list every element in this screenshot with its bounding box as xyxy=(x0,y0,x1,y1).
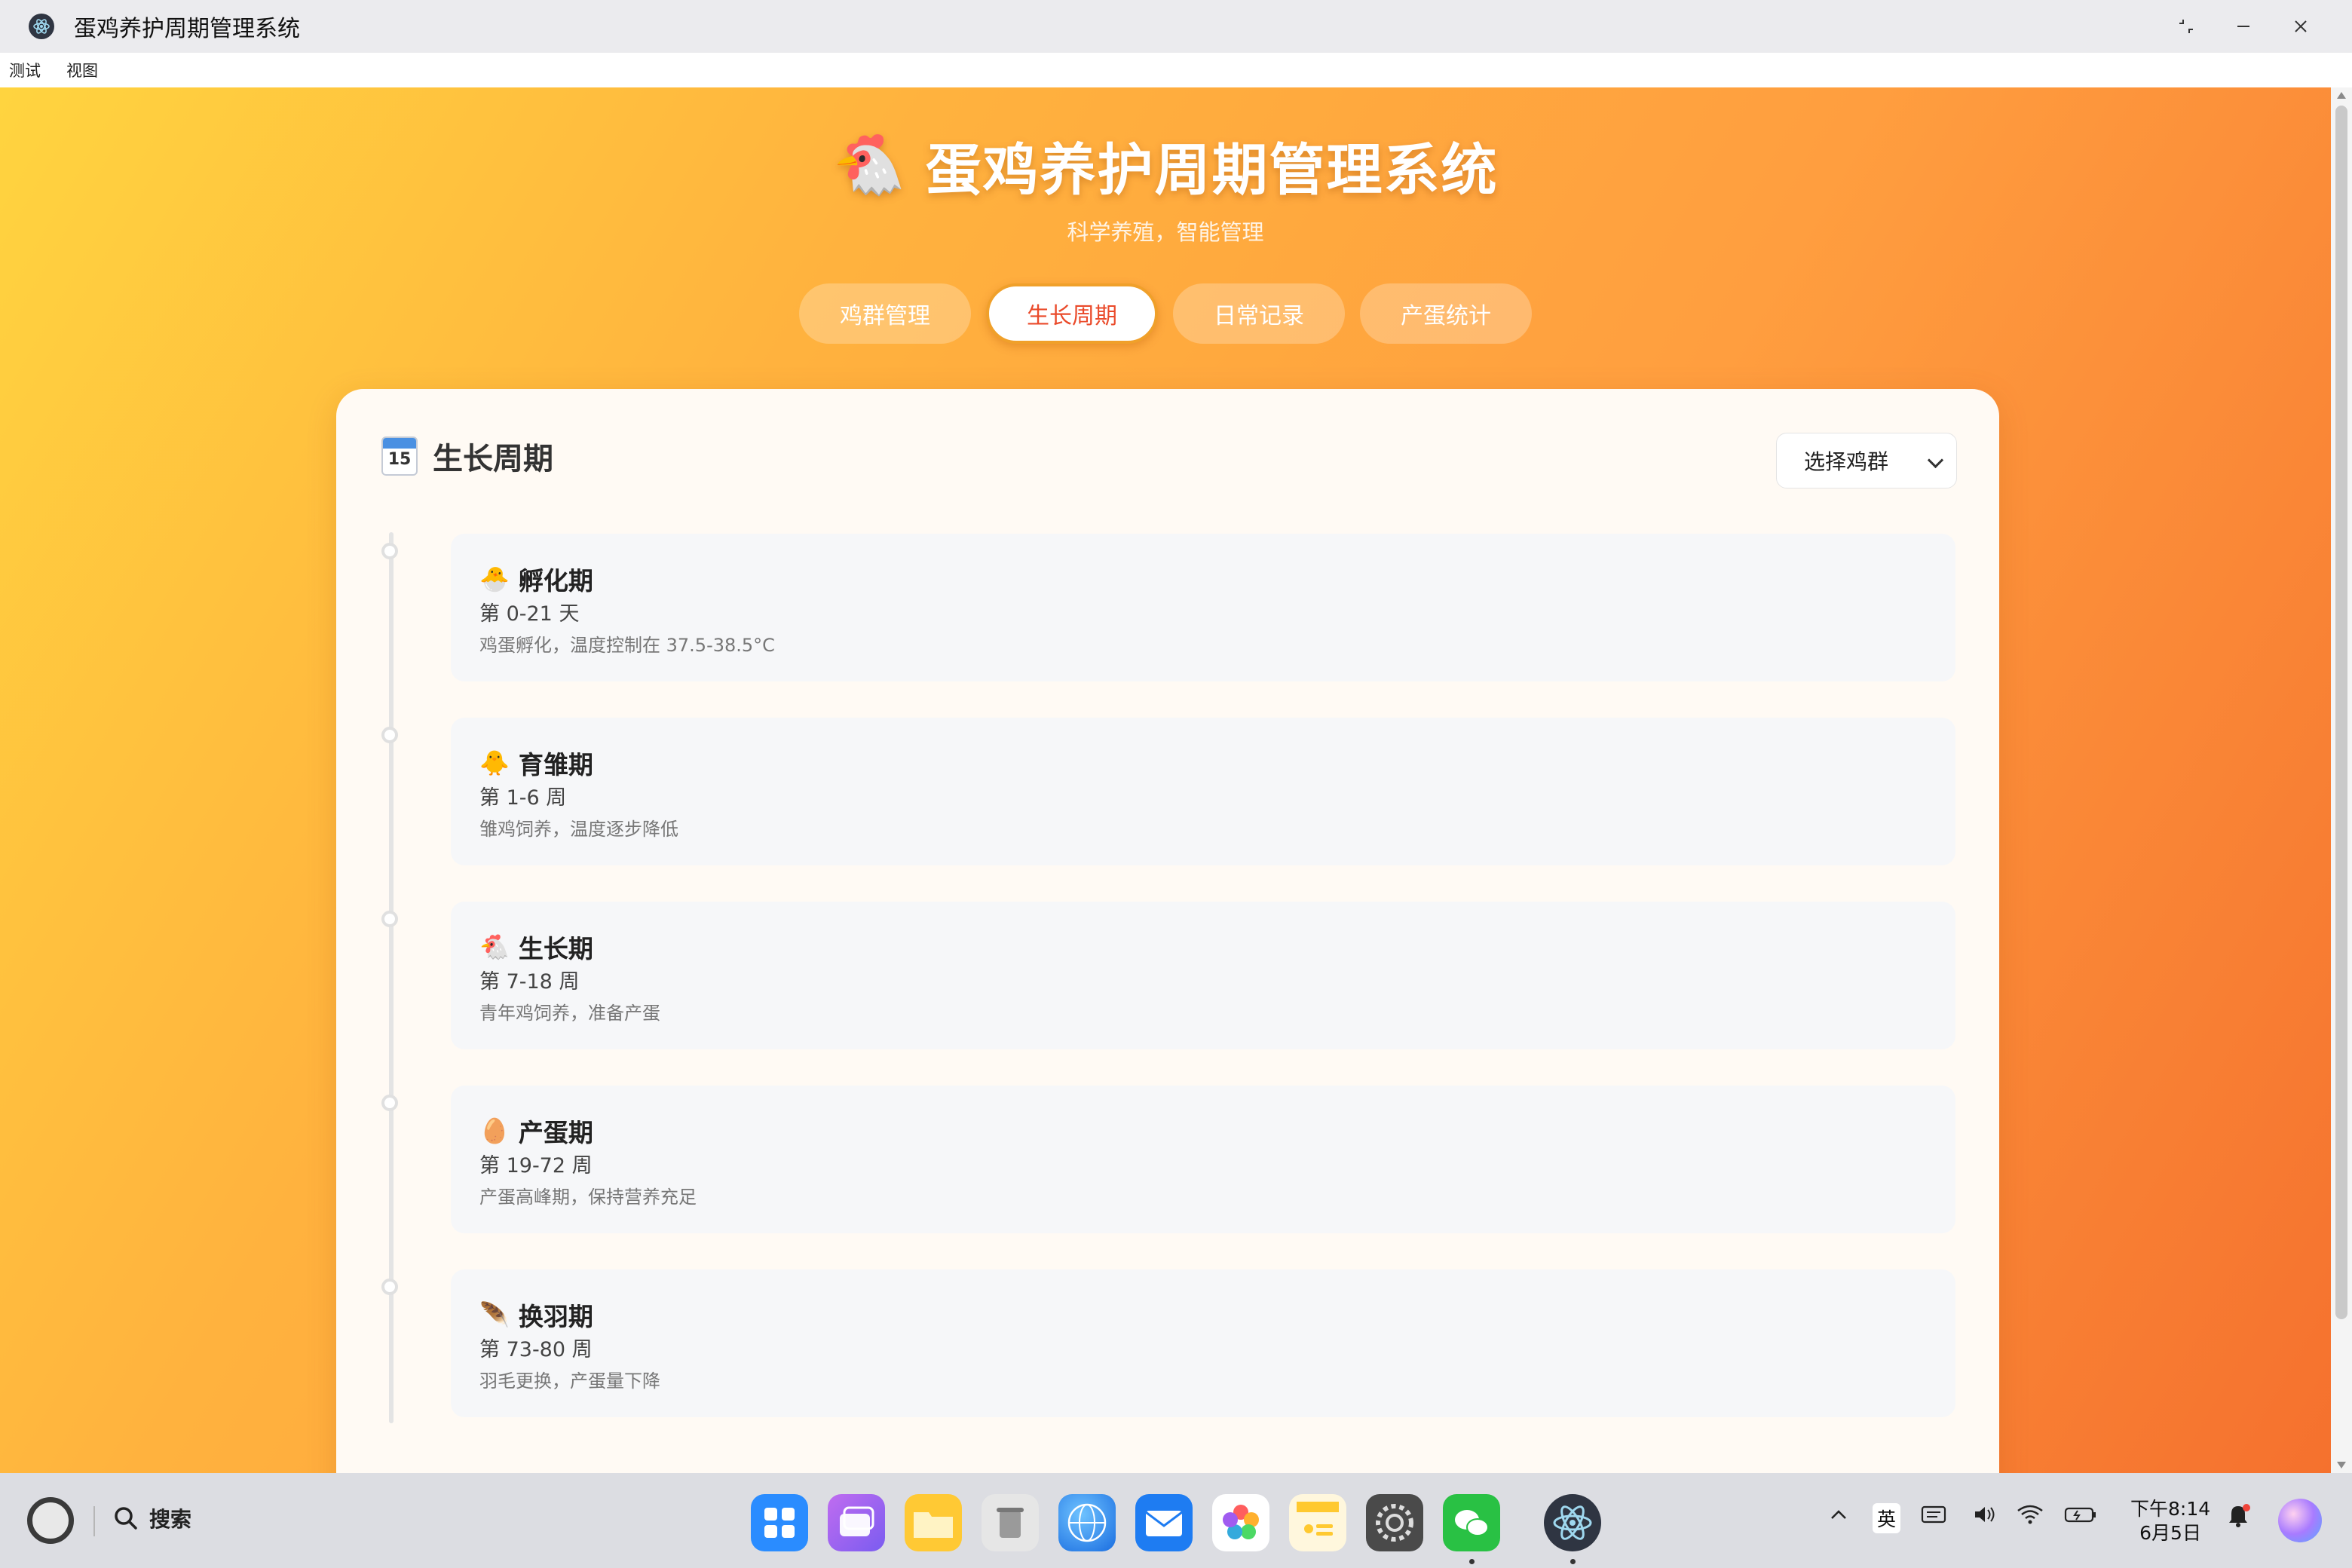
wechat-icon[interactable] xyxy=(1443,1494,1500,1551)
stage-period: 第 19-72 周 xyxy=(479,1154,593,1178)
window-title: 蛋鸡养护周期管理系统 xyxy=(74,16,300,42)
tab-daily-records[interactable]: 日常记录 xyxy=(1173,283,1345,344)
minimize-button[interactable] xyxy=(2215,0,2272,53)
app-header: 🐔 蛋鸡养护周期管理系统 科学养殖，智能管理 xyxy=(0,125,2331,247)
show-hidden-icons-button[interactable] xyxy=(1827,1503,1850,1526)
trash-icon[interactable] xyxy=(982,1494,1039,1551)
timeline-dot xyxy=(381,1095,398,1111)
app-title-text: 蛋鸡养护周期管理系统 xyxy=(925,138,1499,203)
timeline-dot xyxy=(381,543,398,559)
launcher-icon[interactable] xyxy=(751,1494,808,1551)
chevron-up-icon xyxy=(1831,1510,1846,1519)
assistant-icon[interactable] xyxy=(2278,1499,2322,1542)
battery-icon[interactable] xyxy=(2064,1503,2097,1526)
volume-icon[interactable] xyxy=(1972,1503,1998,1526)
chevron-down-icon xyxy=(1927,452,1944,469)
egg-icon: 🥚 xyxy=(479,1116,510,1145)
notes-icon[interactable] xyxy=(1289,1494,1346,1551)
stage-period: 第 1-6 周 xyxy=(479,786,567,810)
mail-icon[interactable] xyxy=(1135,1494,1193,1551)
menu-item-test[interactable]: 测试 xyxy=(9,59,41,81)
growth-cycle-card: 15 生长周期 选择鸡群 🐣 孵化期 第 0-21 天 鸡蛋孵化，温度控制在 37… xyxy=(336,389,1999,1473)
page-scrollbar[interactable] xyxy=(2331,87,2352,1473)
scroll-up-icon[interactable] xyxy=(2337,92,2346,99)
timeline-dot xyxy=(381,1279,398,1295)
minimize-icon xyxy=(2237,26,2249,27)
chicken-icon: 🐔 xyxy=(832,131,908,199)
stage-description: 青年鸡饲养，准备产蛋 xyxy=(479,1003,660,1024)
flock-select-value: 选择鸡群 xyxy=(1804,449,1889,474)
scroll-down-icon[interactable] xyxy=(2337,1462,2346,1468)
tab-flock-management[interactable]: 鸡群管理 xyxy=(799,283,971,344)
wifi-icon[interactable] xyxy=(2016,1503,2044,1526)
close-button[interactable] xyxy=(2272,0,2329,53)
notification-bell-icon[interactable] xyxy=(2225,1503,2251,1529)
search-icon xyxy=(115,1507,137,1530)
taskbar-clock[interactable]: 下午8:14 6月5日 xyxy=(2130,1497,2210,1545)
stage-description: 雏鸡饲养，温度逐步降低 xyxy=(479,819,678,840)
browser-icon[interactable] xyxy=(1058,1494,1116,1551)
restore-button[interactable] xyxy=(2158,0,2215,53)
stage-name: 换羽期 xyxy=(518,1302,593,1331)
stage-card-molting: 🪶 换羽期 第 73-80 周 羽毛更换，产蛋量下降 xyxy=(451,1269,1955,1417)
clock-time: 下午8:14 xyxy=(2130,1498,2211,1520)
hatching-chick-icon: 🐣 xyxy=(479,565,510,593)
baby-chick-icon: 🐥 xyxy=(479,749,510,777)
ime-label: 英 xyxy=(1873,1503,1901,1533)
stage-name: 育雏期 xyxy=(518,750,593,779)
close-icon xyxy=(2295,20,2307,32)
stage-description: 羽毛更换，产蛋量下降 xyxy=(479,1370,660,1392)
scrollbar-thumb[interactable] xyxy=(2335,106,2347,1319)
tab-growth-cycle[interactable]: 生长周期 xyxy=(986,283,1158,344)
photos-icon[interactable] xyxy=(1212,1494,1269,1551)
feather-icon: 🪶 xyxy=(479,1300,510,1329)
stage-card-incubation: 🐣 孵化期 第 0-21 天 鸡蛋孵化，温度控制在 37.5-38.5°C xyxy=(451,534,1955,681)
menu-item-view[interactable]: 视图 xyxy=(66,59,98,81)
electron-app-icon xyxy=(29,14,54,39)
ime-indicator[interactable]: 英 xyxy=(1873,1503,1901,1533)
card-header: 15 生长周期 xyxy=(381,434,553,478)
stage-period: 第 7-18 周 xyxy=(479,970,580,994)
stage-description: 产蛋高峰期，保持营养充足 xyxy=(479,1187,697,1208)
stage-name: 孵化期 xyxy=(518,566,593,596)
keyboard-icon[interactable] xyxy=(1921,1503,1946,1526)
timeline-dot xyxy=(381,727,398,743)
taskbar-divider xyxy=(93,1506,95,1536)
running-indicator xyxy=(1570,1559,1576,1564)
running-indicator xyxy=(1469,1559,1475,1564)
app-content: 🐔 蛋鸡养护周期管理系统 科学养殖，智能管理 鸡群管理 生长周期 日常记录 产蛋… xyxy=(0,87,2331,1473)
flock-select[interactable]: 选择鸡群 xyxy=(1776,433,1957,488)
electron-app-icon[interactable] xyxy=(1544,1494,1601,1551)
nav-tabs: 鸡群管理 生长周期 日常记录 产蛋统计 xyxy=(0,283,2331,344)
window-titlebar: 蛋鸡养护周期管理系统 xyxy=(0,0,2352,53)
menu-bar: 测试 视图 xyxy=(0,53,2352,87)
stage-name: 产蛋期 xyxy=(518,1118,593,1147)
restore-icon xyxy=(2179,20,2193,33)
start-button[interactable] xyxy=(27,1497,74,1544)
stage-period: 第 73-80 周 xyxy=(479,1338,593,1361)
clock-date: 6月5日 xyxy=(2139,1522,2201,1544)
stage-card-brooding: 🐥 育雏期 第 1-6 周 雏鸡饲养，温度逐步降低 xyxy=(451,718,1955,865)
stage-card-growing: 🐔 生长期 第 7-18 周 青年鸡饲养，准备产蛋 xyxy=(451,902,1955,1049)
stage-period: 第 0-21 天 xyxy=(479,602,580,626)
stage-description: 鸡蛋孵化，温度控制在 37.5-38.5°C xyxy=(479,635,775,656)
settings-icon[interactable] xyxy=(1366,1494,1423,1551)
search-label: 搜索 xyxy=(149,1507,192,1532)
stage-name: 生长期 xyxy=(518,934,593,963)
card-title: 生长周期 xyxy=(433,442,553,476)
taskbar: 搜索 英 下午8:14 6月5日 xyxy=(0,1473,2352,1568)
app-title: 🐔 蛋鸡养护周期管理系统 xyxy=(832,125,1498,206)
taskbar-search[interactable]: 搜索 xyxy=(112,1503,191,1533)
multitask-icon[interactable] xyxy=(828,1494,885,1551)
tab-egg-statistics[interactable]: 产蛋统计 xyxy=(1360,283,1532,344)
calendar-icon: 15 xyxy=(381,436,418,476)
chicken-icon: 🐔 xyxy=(479,933,510,961)
timeline-dot xyxy=(381,911,398,927)
stage-card-laying: 🥚 产蛋期 第 19-72 周 产蛋高峰期，保持营养充足 xyxy=(451,1086,1955,1233)
file-manager-icon[interactable] xyxy=(905,1494,962,1551)
app-subtitle: 科学养殖，智能管理 xyxy=(1067,219,1264,245)
